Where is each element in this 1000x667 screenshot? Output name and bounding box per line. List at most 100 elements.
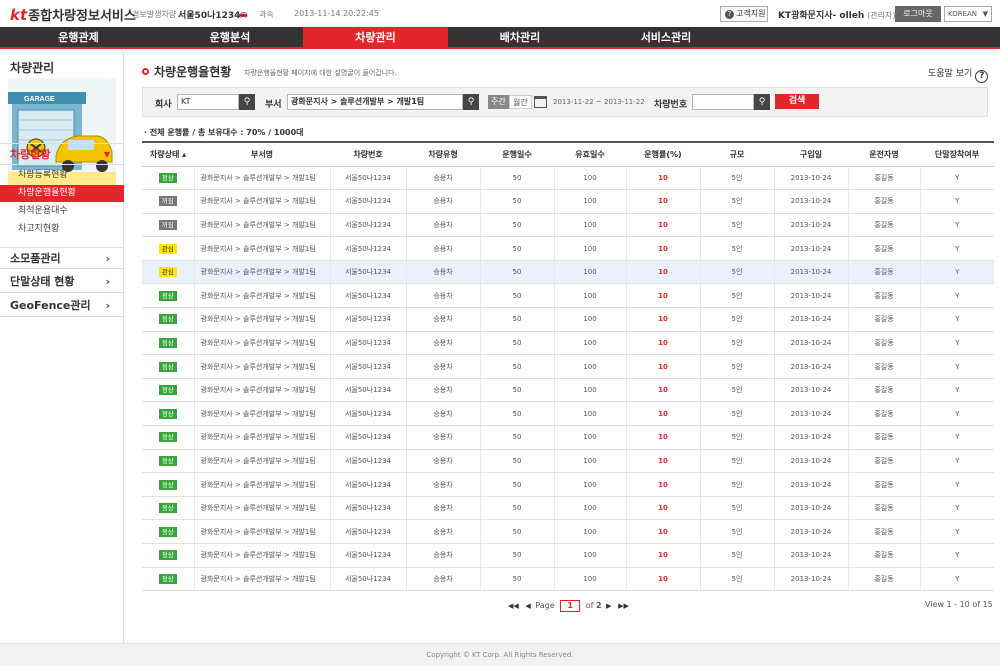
table-row[interactable]: 꺼짐 광화문지사 > 솔루션개발부 > 개발1팀 서울50나1234 승용차 50 100… xyxy=(142,189,994,214)
date-range[interactable]: 2013-11-22 ~ 2013-11-22 xyxy=(553,98,645,106)
dept-cell: 광화문지사 > 솔루션개발부 > 개발1팀 xyxy=(193,166,330,191)
purchase-date-cell: 2013-10-24 xyxy=(773,472,848,497)
plate-search-button[interactable]: ⚲ xyxy=(754,94,770,110)
rate-cell: 10 xyxy=(625,354,700,379)
nav-operation-analysis[interactable]: 운행분석 xyxy=(157,27,303,49)
table-row[interactable]: 정상 광화문지사 > 솔루션개발부 > 개발1팀 서울50나1234 승용차 50 100… xyxy=(142,354,994,379)
table-header-row: 차량상태 ▴ 부서명 차량번호 차량유형 운행일수 유효일수 운행률(%) 규모… xyxy=(142,141,994,167)
driver-cell: 홍길동 xyxy=(847,283,920,309)
period-week-tab[interactable]: 주간 xyxy=(488,95,509,109)
table-row[interactable]: 정상 광화문지사 > 솔루션개발부 > 개발1팀 서울50나1234 승용차 50 100… xyxy=(142,496,994,521)
support-button[interactable]: ? 고객지원 xyxy=(720,6,768,22)
size-cell: 5인 xyxy=(699,189,774,214)
garage-sign-text: GARAGE xyxy=(24,96,55,103)
company-search-button[interactable]: ⚲ xyxy=(239,94,255,110)
drive-days-cell: 50 xyxy=(479,401,554,427)
purchase-date-cell: 2013-10-24 xyxy=(773,425,848,450)
valid-days-cell: 100 xyxy=(553,354,626,379)
plate-cell: 서울50나1234 xyxy=(329,354,406,379)
driver-cell: 홍길동 xyxy=(847,496,920,521)
last-page-button[interactable]: ▶▶ xyxy=(618,602,629,610)
dept-cell: 광화문지사 > 솔루션개발부 > 개발1팀 xyxy=(193,401,330,427)
size-cell: 5인 xyxy=(699,283,774,309)
table-row[interactable]: 정상 광화문지사 > 솔루션개발부 > 개발1팀 서울50나1234 승용차 50 100… xyxy=(142,543,994,568)
prev-page-button[interactable]: ◀ xyxy=(525,602,530,610)
site-logo[interactable]: kt종합차량정보서비스 xyxy=(10,5,136,24)
type-cell: 승용차 xyxy=(405,543,480,568)
plate-cell: 서울50나1234 xyxy=(329,519,406,544)
table-row[interactable]: 정상 광화문지사 > 솔루션개발부 > 개발1팀 서울50나1234 승용차 50 100… xyxy=(142,519,994,544)
table-row[interactable]: 정상 광화문지사 > 솔루션개발부 > 개발1팀 서울50나1234 승용차 50 100… xyxy=(142,472,994,497)
table-row[interactable]: 정상 광화문지사 > 솔루션개발부 > 개발1팀 서울50나1234 승용차 50 100… xyxy=(142,449,994,474)
table-row[interactable]: 관심 광화문지사 > 솔루션개발부 > 개발1팀 서울50나1234 승용차 50 100… xyxy=(142,260,994,285)
device-cell: Y xyxy=(919,496,994,521)
valid-days-cell: 100 xyxy=(553,425,626,450)
dept-input[interactable]: 광화문지사 > 솔루션개발부 > 개발1팀 xyxy=(287,94,463,110)
user-name: KT광화문지사- olleh xyxy=(778,11,865,21)
type-cell: 승용차 xyxy=(405,307,480,332)
purchase-date-cell: 2013-10-24 xyxy=(773,543,848,568)
col-valid-days: 유효일수 xyxy=(554,141,626,167)
drive-days-cell: 50 xyxy=(479,519,554,544)
table-row[interactable]: 정상 광화문지사 > 솔루션개발부 > 개발1팀 서울50나1234 승용차 50 100… xyxy=(142,567,994,592)
search-icon: ⚲ xyxy=(467,97,475,107)
status-badge: 정상 xyxy=(158,172,177,183)
first-page-button[interactable]: ◀◀ xyxy=(508,602,519,610)
rate-cell: 10 xyxy=(625,519,700,544)
purchase-date-cell: 2013-10-24 xyxy=(773,378,848,403)
period-month-tab[interactable]: 월간 xyxy=(509,95,532,109)
size-cell: 5인 xyxy=(699,260,774,285)
table-row[interactable]: 정상 광화문지사 > 솔루션개발부 > 개발1팀 서울50나1234 승용차 50 100… xyxy=(142,401,994,427)
col-status[interactable]: 차량상태 ▴ xyxy=(142,141,194,167)
dept-search-button[interactable]: ⚲ xyxy=(463,94,479,110)
alert-plate[interactable]: 서울50나1234 xyxy=(178,8,240,21)
search-button[interactable]: 검색 xyxy=(775,94,819,109)
table-row[interactable]: 정상 광화문지사 > 솔루션개발부 > 개발1팀 서울50나1234 승용차 50 100… xyxy=(142,331,994,356)
table-row[interactable]: 꺼짐 광화문지사 > 솔루션개발부 > 개발1팀 서울50나1234 승용차 50 100… xyxy=(142,213,994,238)
nav-dispatch-management[interactable]: 배차관리 xyxy=(448,27,592,49)
nav-vehicle-management[interactable]: 차량관리 xyxy=(303,27,448,49)
table-row[interactable]: 관심 광화문지사 > 솔루션개발부 > 개발1팀 서울50나1234 승용차 50 100… xyxy=(142,236,994,261)
help-link[interactable]: 도움말 보기? xyxy=(928,66,989,83)
driver-cell: 홍길동 xyxy=(847,543,920,568)
nav-service-management[interactable]: 서비스관리 xyxy=(592,27,740,49)
submenu-garage-status[interactable]: 차고지현황 xyxy=(0,221,124,238)
dept-cell: 광화문지사 > 솔루션개발부 > 개발1팀 xyxy=(193,260,330,285)
language-select[interactable]: KOREAN ▼ xyxy=(944,6,992,22)
kt-logo-mark: kt xyxy=(10,6,28,24)
table-row[interactable]: 정상 광화문지사 > 솔루션개발부 > 개발1팀 서울50나1234 승용차 50 100… xyxy=(142,283,994,309)
menu-vehicle-status[interactable]: 차량현황 ▼ xyxy=(0,143,124,165)
submenu-optimal-units[interactable]: 최적운용대수 xyxy=(0,203,124,220)
plate-cell: 서울50나1234 xyxy=(329,378,406,403)
driver-cell: 홍길동 xyxy=(847,260,920,285)
dept-cell: 광화문지사 > 솔루션개발부 > 개발1팀 xyxy=(193,189,330,214)
page-input[interactable]: 1 xyxy=(560,600,581,612)
dept-label: 부서 xyxy=(265,100,282,110)
drive-days-cell: 50 xyxy=(479,496,554,521)
calendar-icon[interactable] xyxy=(534,96,547,108)
table-row[interactable]: 정상 광화문지사 > 솔루션개발부 > 개발1팀 서울50나1234 승용차 50 100… xyxy=(142,307,994,332)
menu-label: 단말상태 현황 xyxy=(10,275,75,288)
menu-geofence[interactable]: GeoFence관리 › xyxy=(0,295,124,317)
rate-cell: 10 xyxy=(625,401,700,427)
device-cell: Y xyxy=(919,189,994,214)
menu-consumables[interactable]: 소모품관리 › xyxy=(0,247,124,269)
plate-label: 차량번호 xyxy=(654,100,688,110)
menu-terminal-status[interactable]: 단말상태 현황 › xyxy=(0,271,124,293)
logout-button[interactable]: 로그아웃 xyxy=(895,6,941,22)
table-row[interactable]: 정상 광화문지사 > 솔루션개발부 > 개발1팀 서울50나1234 승용차 50 100… xyxy=(142,378,994,403)
next-page-button[interactable]: ▶ xyxy=(606,602,611,610)
valid-days-cell: 100 xyxy=(553,567,626,592)
status-cell: 정상 xyxy=(142,519,194,544)
table-row[interactable]: 정상 광화문지사 > 솔루션개발부 > 개발1팀 서울50나1234 승용차 50 100… xyxy=(142,425,994,450)
plate-cell: 서울50나1234 xyxy=(329,331,406,356)
company-input[interactable]: KT xyxy=(177,94,239,110)
nav-operation-control[interactable]: 운행관제 xyxy=(0,27,157,49)
purchase-date-cell: 2013-10-24 xyxy=(773,354,848,379)
submenu-vehicle-registration[interactable]: 차량등록현황 xyxy=(0,167,124,184)
menu-label: GeoFence관리 xyxy=(10,299,91,312)
plate-input[interactable] xyxy=(692,94,754,110)
table-row[interactable]: 정상 광화문지사 > 솔루션개발부 > 개발1팀 서울50나1234 승용차 50 100… xyxy=(142,166,994,191)
submenu-vehicle-operation-rate[interactable]: 차량운행율현황 xyxy=(0,185,124,202)
device-cell: Y xyxy=(919,166,994,191)
